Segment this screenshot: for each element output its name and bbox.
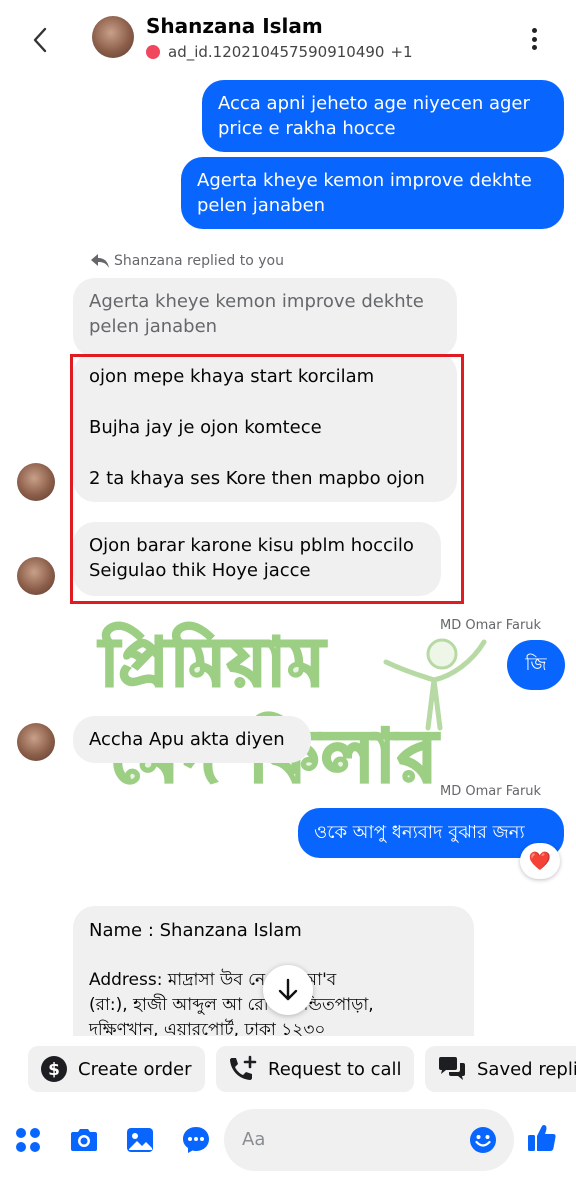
message-line: Name : Shanzana Islam [89,920,302,941]
svg-text:$: $ [48,1060,60,1080]
arrow-down-icon [278,978,298,1001]
sender-label: MD Omar Faruk [440,784,542,799]
outgoing-message[interactable]: Acca apni jeheto age niyecen ager price … [202,80,564,152]
more-dot-icon [531,28,537,33]
create-order-button[interactable]: $ Create order [28,1046,205,1092]
contact-avatar-small[interactable] [17,557,55,595]
ad-extra-count: +1 [390,43,413,61]
incoming-message[interactable]: Accha Apu akta diyen [73,716,311,763]
like-button[interactable] [526,1122,558,1154]
conversation-header: Shanzana Islam ad_id.120210457590910490 … [0,0,576,76]
quick-actions-bar: $ Create order Request to call Saved rep… [0,1036,576,1100]
phone-plus-icon [230,1055,257,1080]
gallery-button[interactable] [124,1124,156,1156]
message-line: দক্ষিণখান, এয়ারপোর্ট, ঢাকা ১২৩০ [89,1020,326,1036]
ad-id-row[interactable]: ad_id.120210457590910490 +1 [146,43,413,61]
contact-avatar-small[interactable] [17,463,55,501]
reply-indicator: Shanzana replied to you [90,252,284,270]
image-icon [127,1128,153,1152]
ad-id-text: ad_id.120210457590910490 [168,43,385,61]
dollar-icon: $ [41,1056,67,1082]
status-dot [146,45,160,59]
create-order-label: Create order [78,1058,192,1080]
camera-button[interactable] [68,1124,100,1156]
reaction-badge[interactable]: ❤️ [520,843,560,879]
thumbs-up-icon [528,1125,556,1151]
quoted-message[interactable]: Agerta kheye kemon improve dekhte pelen … [73,278,457,357]
more-dot-icon [531,36,537,42]
watermark-figure-icon [383,638,487,731]
messenger-bubble-icon [183,1127,209,1153]
request-to-call-button[interactable]: Request to call [216,1046,414,1092]
heart-reaction-icon: ❤️ [528,850,552,872]
message-composer: Aa [0,1100,576,1178]
message-input[interactable]: Aa [224,1109,514,1171]
chevron-left-icon [33,27,47,53]
more-dot-icon [531,45,537,50]
message-input-placeholder: Aa [242,1129,266,1150]
more-options-button[interactable] [524,24,544,54]
outgoing-message[interactable]: জি [507,640,565,690]
grid-dots-icon [16,1128,40,1152]
contact-avatar-small[interactable] [17,723,55,761]
emoji-icon[interactable] [468,1125,498,1155]
camera-icon [71,1129,97,1151]
sender-label: MD Omar Faruk [440,618,542,633]
chat-extras-button[interactable] [180,1124,212,1156]
back-button[interactable] [22,22,58,58]
highlight-box [70,354,464,604]
saved-replies-button[interactable]: Saved replies [425,1046,576,1092]
apps-button[interactable] [12,1124,44,1156]
chat-bubbles-icon [439,1057,465,1080]
scroll-to-bottom-button[interactable] [263,965,313,1015]
reply-indicator-text: Shanzana replied to you [114,253,284,269]
outgoing-message[interactable]: Agerta kheye kemon improve dekhte pelen … [181,157,564,229]
contact-name[interactable]: Shanzana Islam [146,14,323,38]
saved-replies-label: Saved replies [477,1058,576,1080]
reply-arrow-icon [91,254,109,268]
request-to-call-label: Request to call [268,1058,402,1080]
contact-avatar[interactable] [92,16,134,58]
